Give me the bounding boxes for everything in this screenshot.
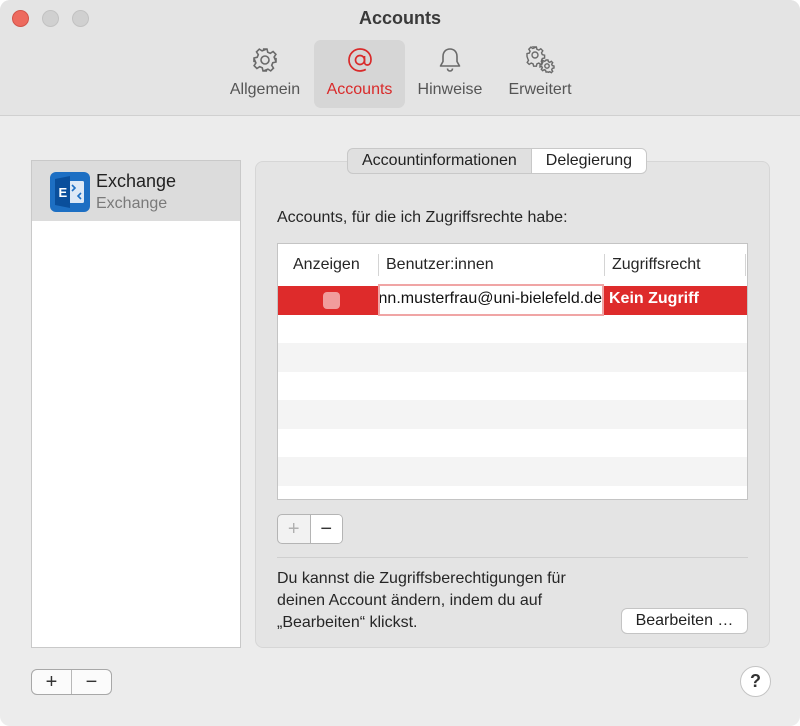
info-line: Du kannst die Zugriffsberechtigungen für [277, 570, 566, 587]
account-list: E Exchange Exchange [31, 160, 241, 648]
table-row-empty [278, 315, 747, 344]
table-row[interactable]: mustermann.musterfrau@uni-bielefeld.de K… [278, 284, 747, 316]
tab-delegierung[interactable]: Delegierung [530, 149, 647, 173]
table-row-empty [278, 343, 747, 372]
add-account-button[interactable]: + [32, 670, 71, 694]
gears-icon [523, 40, 557, 80]
bell-icon [435, 40, 465, 80]
remove-delegate-button[interactable]: − [309, 515, 342, 543]
tab-accountinformationen[interactable]: Accountinformationen [348, 149, 531, 173]
user-edit-field[interactable]: mustermann.musterfrau@uni-bielefeld.de [378, 284, 604, 316]
preferences-window: Accounts Allgemein Accounts Hinweise Erw… [0, 0, 800, 726]
table-header: Anzeigen Benutzer:innen Zugriffsrecht [278, 244, 747, 286]
anzeigen-checkbox[interactable] [323, 292, 340, 309]
table-row-empty [278, 372, 747, 401]
column-divider[interactable] [745, 254, 746, 276]
toolbar-label: Allgemein [229, 81, 301, 98]
account-list-item-exchange[interactable]: E Exchange Exchange [32, 161, 240, 221]
table-body: mustermann.musterfrau@uni-bielefeld.de K… [278, 284, 747, 500]
table-row-empty [278, 400, 747, 429]
tab-bar: Accountinformationen Delegierung [347, 148, 648, 174]
toolbar-item-accounts[interactable]: Accounts [314, 40, 405, 108]
info-line: „Bearbeiten“ klickst. [277, 614, 418, 631]
column-header-anzeigen[interactable]: Anzeigen [293, 244, 360, 286]
info-line: deinen Account ändern, indem du auf [277, 592, 543, 609]
table-row-empty [278, 429, 747, 458]
exchange-icon: E [50, 172, 90, 212]
column-header-benutzer[interactable]: Benutzer:innen [386, 244, 494, 286]
gear-icon [250, 40, 280, 80]
at-sign-icon [345, 40, 375, 80]
column-divider[interactable] [604, 254, 605, 276]
toolbar-item-allgemein[interactable]: Allgemein [222, 40, 308, 108]
edit-permissions-button[interactable]: Bearbeiten … [621, 608, 748, 634]
permissions-info-text: Du kannst die Zugriffsberechtigungen für… [277, 568, 617, 634]
account-type: Exchange [96, 195, 168, 212]
window-title: Accounts [358, 8, 441, 28]
title-bar: Accounts Allgemein Accounts Hinweise Erw… [0, 0, 800, 116]
remove-account-button[interactable]: − [71, 670, 111, 694]
add-delegate-button[interactable]: + [278, 515, 310, 543]
account-add-remove-group: + − [31, 669, 112, 695]
toolbar-item-erweitert[interactable]: Erweitert [498, 40, 582, 108]
user-email: mustermann.musterfrau@uni-bielefeld.de [378, 290, 602, 307]
svg-text:E: E [59, 185, 68, 200]
account-name: Exchange [96, 171, 177, 191]
toolbar-item-hinweise[interactable]: Hinweise [410, 40, 490, 108]
access-right-value[interactable]: Kein Zugriff [609, 290, 699, 308]
delegated-accounts-label: Accounts, für die ich Zugriffsrechte hab… [277, 209, 568, 226]
divider [277, 557, 748, 558]
delegate-add-remove-group: + − [277, 514, 343, 544]
toolbar-label: Hinweise [417, 81, 483, 98]
table-row-empty [278, 457, 747, 486]
help-button[interactable]: ? [740, 666, 771, 697]
delegation-table: Anzeigen Benutzer:innen Zugriffsrecht mu… [277, 243, 748, 500]
toolbar-label: Accounts [326, 81, 393, 98]
table-row-empty [278, 486, 747, 500]
toolbar-label: Erweitert [508, 81, 572, 98]
column-divider[interactable] [378, 254, 379, 276]
column-header-zugriffsrecht[interactable]: Zugriffsrecht [612, 244, 701, 286]
